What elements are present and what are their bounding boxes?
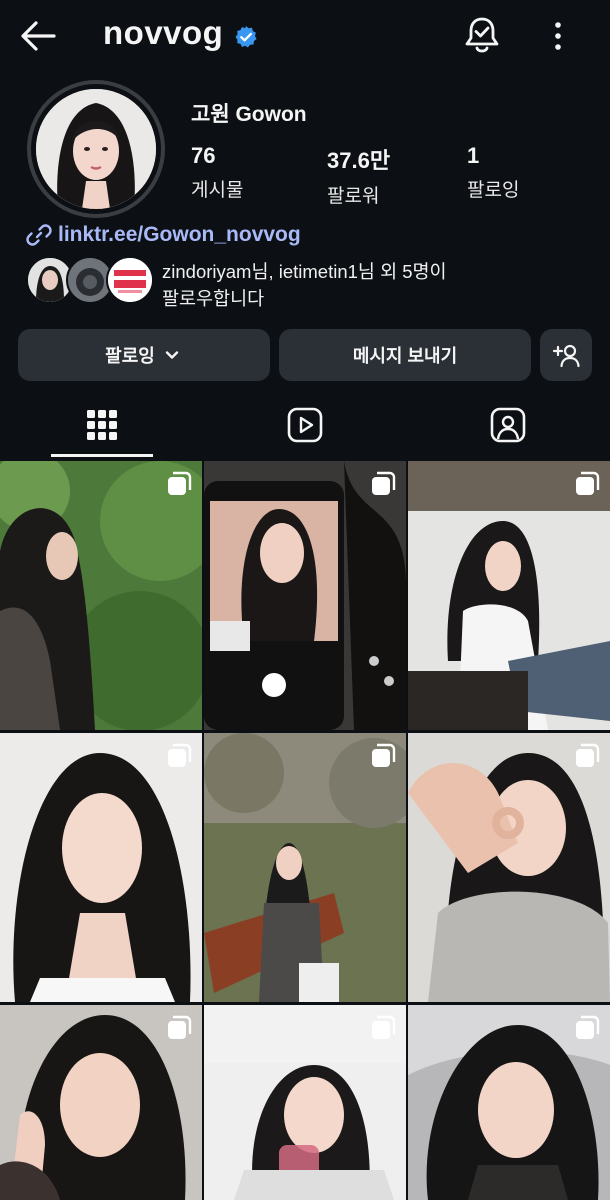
tab-posts-grid[interactable] (0, 392, 203, 458)
stat-posts[interactable]: 76 게시물 (191, 143, 243, 202)
carousel-icon (576, 471, 600, 495)
mutual-followers-names: zindoriyam님, ietimetin1님 (162, 261, 375, 282)
grid-post[interactable] (0, 461, 202, 730)
grid-icon (86, 410, 117, 440)
mutual-followers-text[interactable]: zindoriyam님, ietimetin1님 외 5명이 팔로우합니다 (162, 258, 592, 312)
profile-tabs (0, 392, 610, 458)
mutual-avatar (106, 256, 154, 304)
more-vertical-icon[interactable] (542, 18, 574, 54)
tab-tagged[interactable] (406, 392, 609, 458)
add-person-icon (552, 344, 580, 368)
profile-display-name: 고원 Gowon (191, 103, 307, 126)
stat-following[interactable]: 1 팔로잉 (467, 143, 519, 202)
carousel-icon (168, 471, 192, 495)
stat-posts-label: 게시물 (191, 180, 244, 201)
stat-followers[interactable]: 37.6만 팔로워 (327, 143, 390, 208)
avatar-image (36, 89, 156, 209)
mutual-followers-avatars[interactable] (26, 256, 156, 306)
grid-post[interactable] (204, 461, 406, 730)
grid-post[interactable] (408, 1005, 610, 1200)
following-button[interactable]: 팔로잉 (18, 329, 270, 381)
stat-following-count: 1 (467, 143, 480, 168)
carousel-icon (168, 743, 192, 767)
profile-avatar[interactable] (27, 80, 165, 218)
mutual-followers-count: 외 5명이 (374, 261, 447, 282)
posts-grid (0, 461, 610, 1200)
message-button[interactable]: 메시지 보내기 (279, 329, 531, 381)
carousel-icon (372, 1015, 396, 1039)
grid-post[interactable] (204, 733, 406, 1002)
stat-followers-count: 37.6만 (327, 148, 391, 173)
tab-reels[interactable] (203, 392, 406, 458)
add-person-button[interactable] (540, 329, 592, 381)
profile-link[interactable]: linktr.ee/Gowon_novvog (26, 221, 301, 249)
top-bar: novvog (0, 0, 610, 72)
carousel-icon (576, 743, 600, 767)
carousel-icon (168, 1015, 192, 1039)
mutual-followers-suffix: 팔로우합니다 (162, 288, 265, 309)
stat-following-label: 팔로잉 (467, 180, 520, 201)
grid-post[interactable] (408, 461, 610, 730)
link-icon (26, 224, 52, 246)
stat-followers-label: 팔로워 (327, 186, 380, 207)
carousel-icon (576, 1015, 600, 1039)
arrow-left-icon[interactable] (18, 16, 58, 56)
carousel-icon (372, 471, 396, 495)
active-tab-indicator (51, 454, 153, 457)
carousel-icon (372, 743, 396, 767)
grid-post[interactable] (0, 733, 202, 1002)
chevron-down-icon (165, 351, 179, 359)
grid-post[interactable] (408, 733, 610, 1002)
reels-icon (287, 407, 322, 443)
grid-post[interactable] (0, 1005, 202, 1200)
profile-username: novvog (103, 14, 224, 51)
message-button-label: 메시지 보내기 (352, 346, 458, 366)
stat-posts-count: 76 (191, 143, 216, 168)
tagged-icon (490, 407, 525, 443)
grid-post[interactable] (204, 1005, 406, 1200)
following-button-label: 팔로잉 (105, 346, 155, 366)
profile-link-text: linktr.ee/Gowon_novvog (58, 223, 301, 246)
verified-badge-icon (235, 26, 257, 48)
bell-check-icon[interactable] (462, 14, 502, 56)
